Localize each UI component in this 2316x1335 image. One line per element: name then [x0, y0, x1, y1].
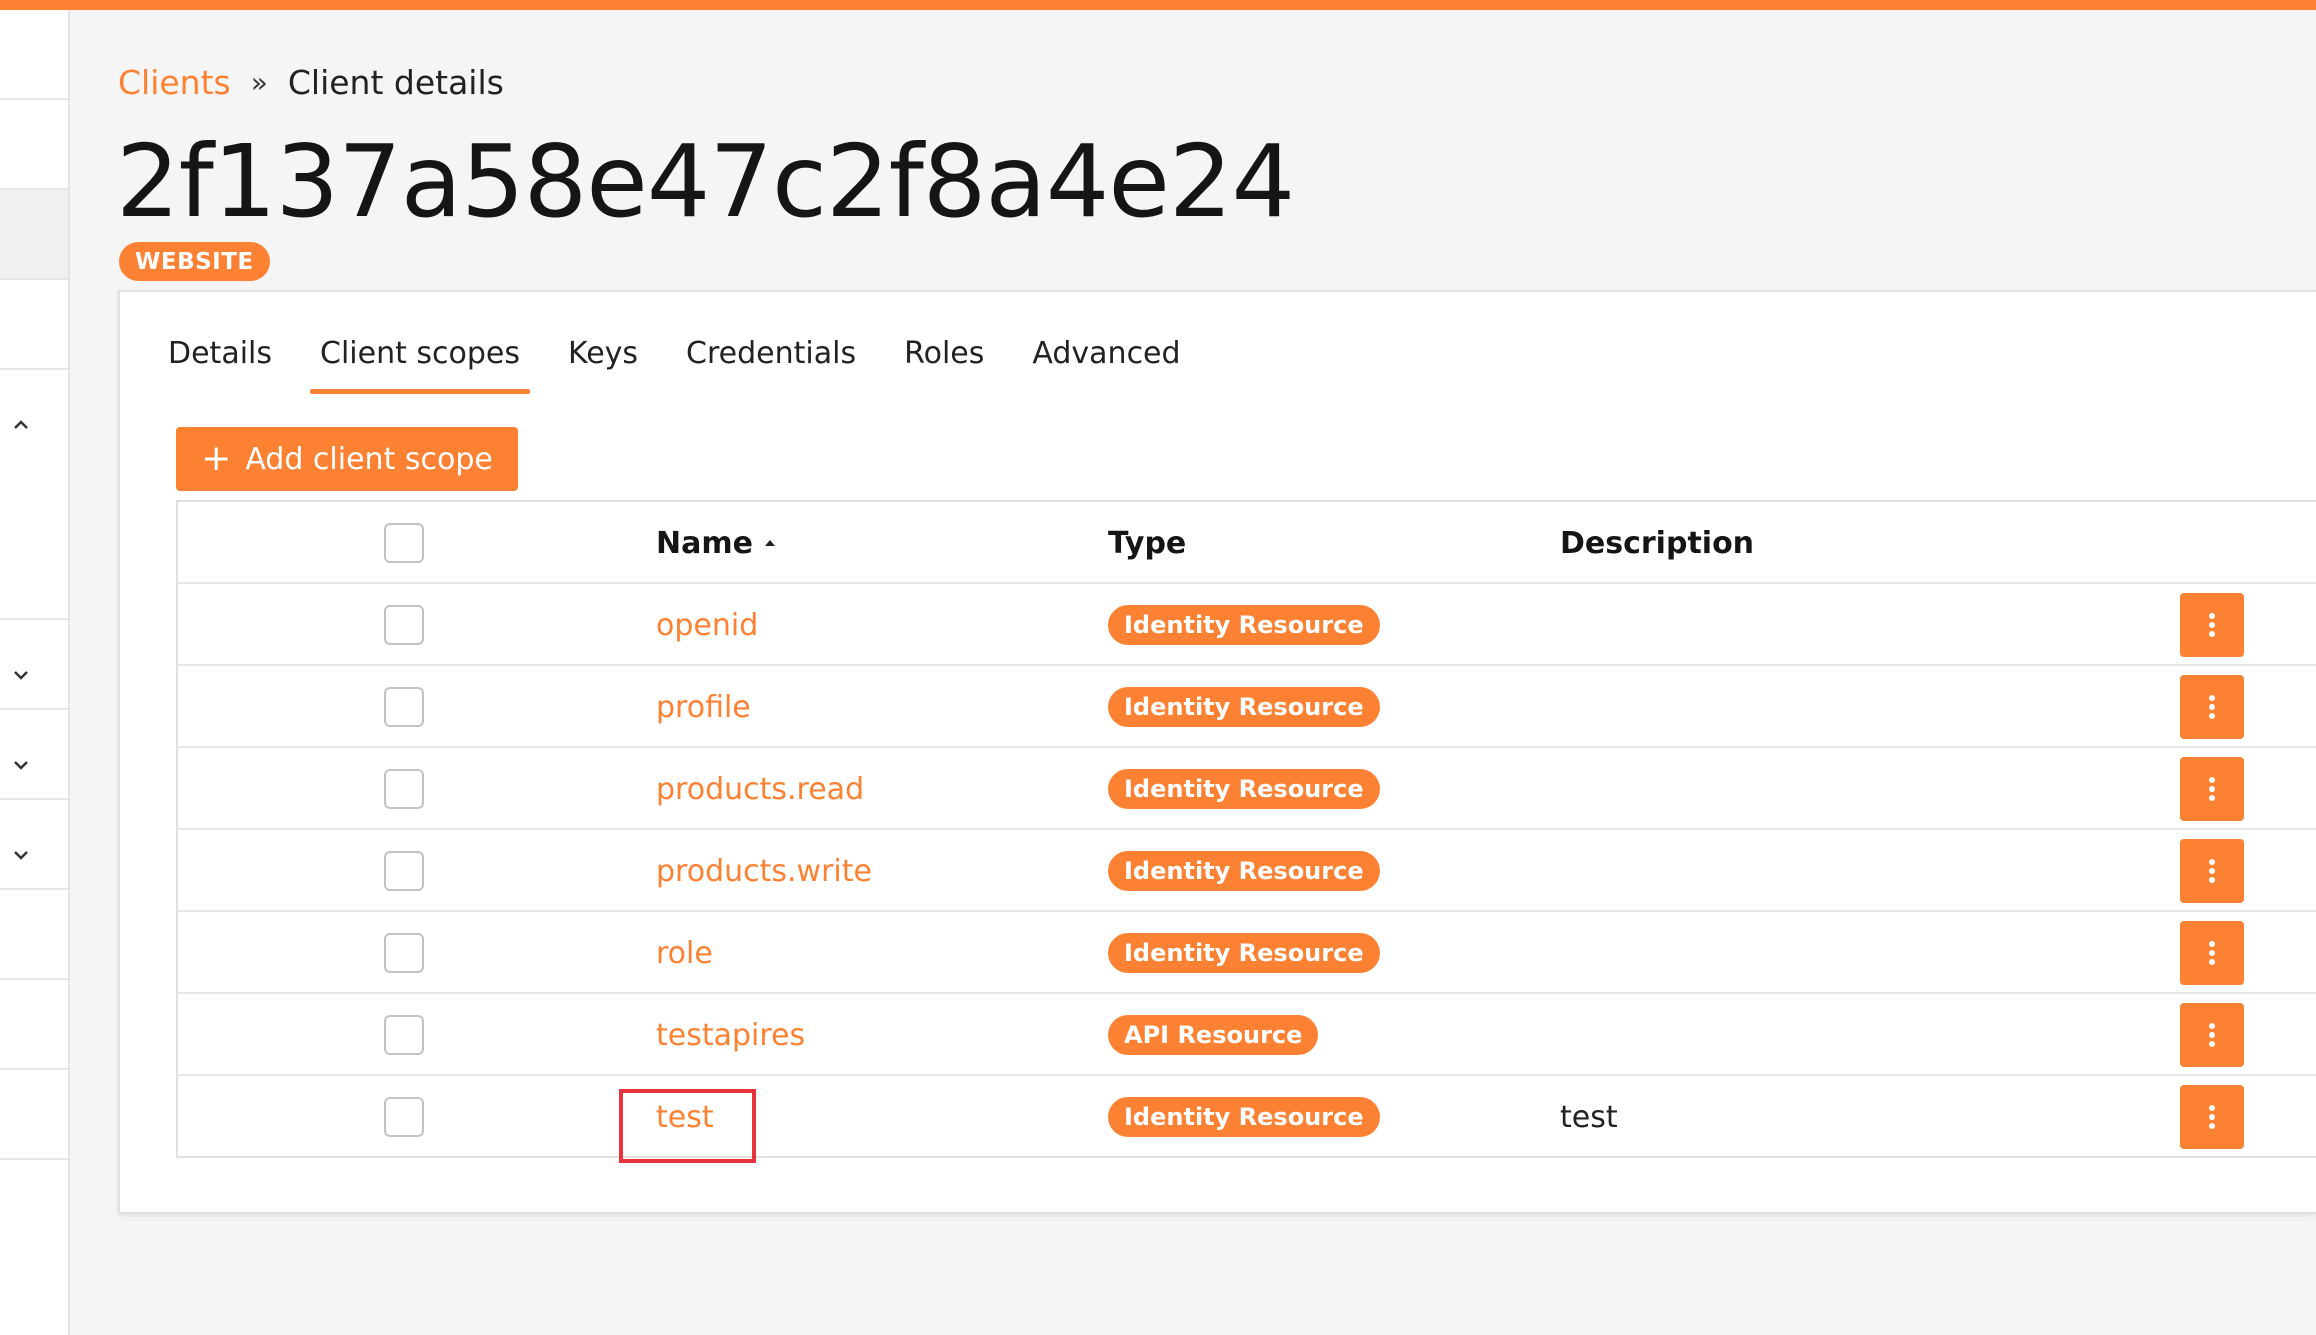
sidebar-group[interactable] [0, 710, 68, 800]
row-actions-button[interactable] [2180, 1085, 2244, 1149]
breadcrumb-current: Client details [287, 62, 504, 102]
tab-advanced[interactable]: Advanced [1008, 332, 1204, 394]
tab-bar: Details Client scopes Keys Credentials R… [168, 332, 1205, 394]
type-cell: Identity Resource [1108, 748, 1380, 830]
client-details-card: Details Client scopes Keys Credentials R… [118, 290, 2316, 1214]
kebab-icon [2209, 859, 2215, 883]
kebab-icon [2209, 695, 2215, 719]
kebab-icon [2209, 941, 2215, 965]
scope-name-link[interactable]: openid [656, 584, 758, 666]
table-header-row: Name Type Description [178, 502, 2316, 584]
type-cell: Identity Resource [1108, 912, 1380, 994]
scope-name-link[interactable]: role [656, 912, 713, 994]
page-title: 2f137a58e47c2f8a4e24 [116, 123, 1295, 240]
scope-name-link[interactable]: products.write [656, 830, 872, 912]
table-row: products.write Identity Resource [178, 830, 2316, 912]
kebab-icon [2209, 1105, 2215, 1129]
tab-keys[interactable]: Keys [544, 332, 662, 394]
type-cell: Identity Resource [1108, 666, 1380, 748]
row-checkbox[interactable] [384, 605, 424, 645]
type-badge: API Resource [1108, 1015, 1319, 1055]
sidebar-item[interactable] [0, 890, 68, 980]
kebab-icon [2209, 777, 2215, 801]
table-row: testapires API Resource [178, 994, 2316, 1076]
table-row: test Identity Resource test [178, 1076, 2316, 1158]
row-actions-button[interactable] [2180, 675, 2244, 739]
client-type-badge: WEBSITE [119, 242, 270, 281]
row-checkbox[interactable] [384, 851, 424, 891]
table-row: products.read Identity Resource [178, 748, 2316, 830]
sidebar-item[interactable] [0, 280, 68, 370]
row-actions-button[interactable] [2180, 757, 2244, 821]
scope-name-link[interactable]: testapires [656, 994, 805, 1076]
table-row: openid Identity Resource [178, 584, 2316, 666]
sidebar-item[interactable] [0, 980, 68, 1070]
sidebar-item-active[interactable] [0, 190, 68, 280]
column-header-description: Description [1560, 525, 1755, 561]
type-badge: Identity Resource [1108, 1097, 1380, 1137]
type-badge: Identity Resource [1108, 687, 1380, 727]
sidebar-item[interactable] [0, 1070, 68, 1160]
sidebar-group[interactable] [0, 620, 68, 710]
breadcrumb: Clients » Client details [118, 60, 504, 104]
chevron-down-icon[interactable] [12, 756, 30, 774]
select-all-checkbox[interactable] [384, 523, 424, 563]
tab-details[interactable]: Details [168, 332, 296, 394]
type-badge: Identity Resource [1108, 605, 1380, 645]
top-accent-bar [0, 0, 2316, 10]
description-cell: test [1560, 1099, 1618, 1135]
chevron-down-icon[interactable] [12, 666, 30, 684]
row-actions-button[interactable] [2180, 921, 2244, 985]
chevron-down-icon[interactable] [12, 846, 30, 864]
row-checkbox[interactable] [384, 769, 424, 809]
row-actions-button[interactable] [2180, 593, 2244, 657]
tab-credentials[interactable]: Credentials [662, 332, 880, 394]
scope-name-link[interactable]: test [656, 1076, 714, 1158]
table-row: role Identity Resource [178, 912, 2316, 994]
row-actions-button[interactable] [2180, 1003, 2244, 1067]
row-checkbox[interactable] [384, 1015, 424, 1055]
row-checkbox[interactable] [384, 687, 424, 727]
caret-up-icon [764, 540, 775, 546]
sidebar-group-expanded[interactable] [0, 370, 68, 620]
type-badge: Identity Resource [1108, 851, 1380, 891]
add-client-scope-label: Add client scope [245, 441, 493, 477]
type-cell: Identity Resource [1108, 830, 1380, 912]
client-scopes-table: Name Type Description openid Identity Re… [176, 500, 2316, 1158]
column-header-name-label: Name [656, 525, 753, 561]
column-header-type: Type [1108, 525, 1187, 561]
row-actions-button[interactable] [2180, 839, 2244, 903]
sidebar-group[interactable] [0, 800, 68, 890]
column-header-name[interactable]: Name [656, 502, 777, 584]
breadcrumb-separator: » [250, 65, 268, 99]
type-badge: Identity Resource [1108, 769, 1380, 809]
sidebar-item[interactable] [0, 100, 68, 190]
type-cell: Identity Resource [1108, 584, 1380, 666]
scope-name-link[interactable]: products.read [656, 748, 864, 830]
table-row: profile Identity Resource [178, 666, 2316, 748]
kebab-icon [2209, 1023, 2215, 1047]
plus-icon: + [201, 438, 232, 479]
row-checkbox[interactable] [384, 1097, 424, 1137]
breadcrumb-clients-link[interactable]: Clients [118, 63, 231, 102]
sidebar-item[interactable] [0, 10, 68, 100]
type-cell: API Resource [1108, 994, 1319, 1076]
row-checkbox[interactable] [384, 933, 424, 973]
chevron-up-icon[interactable] [12, 416, 30, 434]
type-badge: Identity Resource [1108, 933, 1380, 973]
tab-client-scopes[interactable]: Client scopes [296, 332, 544, 394]
add-client-scope-button[interactable]: + Add client scope [176, 427, 518, 491]
tab-roles[interactable]: Roles [880, 332, 1008, 394]
scope-name-link[interactable]: profile [656, 666, 751, 748]
kebab-icon [2209, 613, 2215, 637]
sidebar [0, 10, 70, 1335]
type-cell: Identity Resource [1108, 1076, 1380, 1158]
